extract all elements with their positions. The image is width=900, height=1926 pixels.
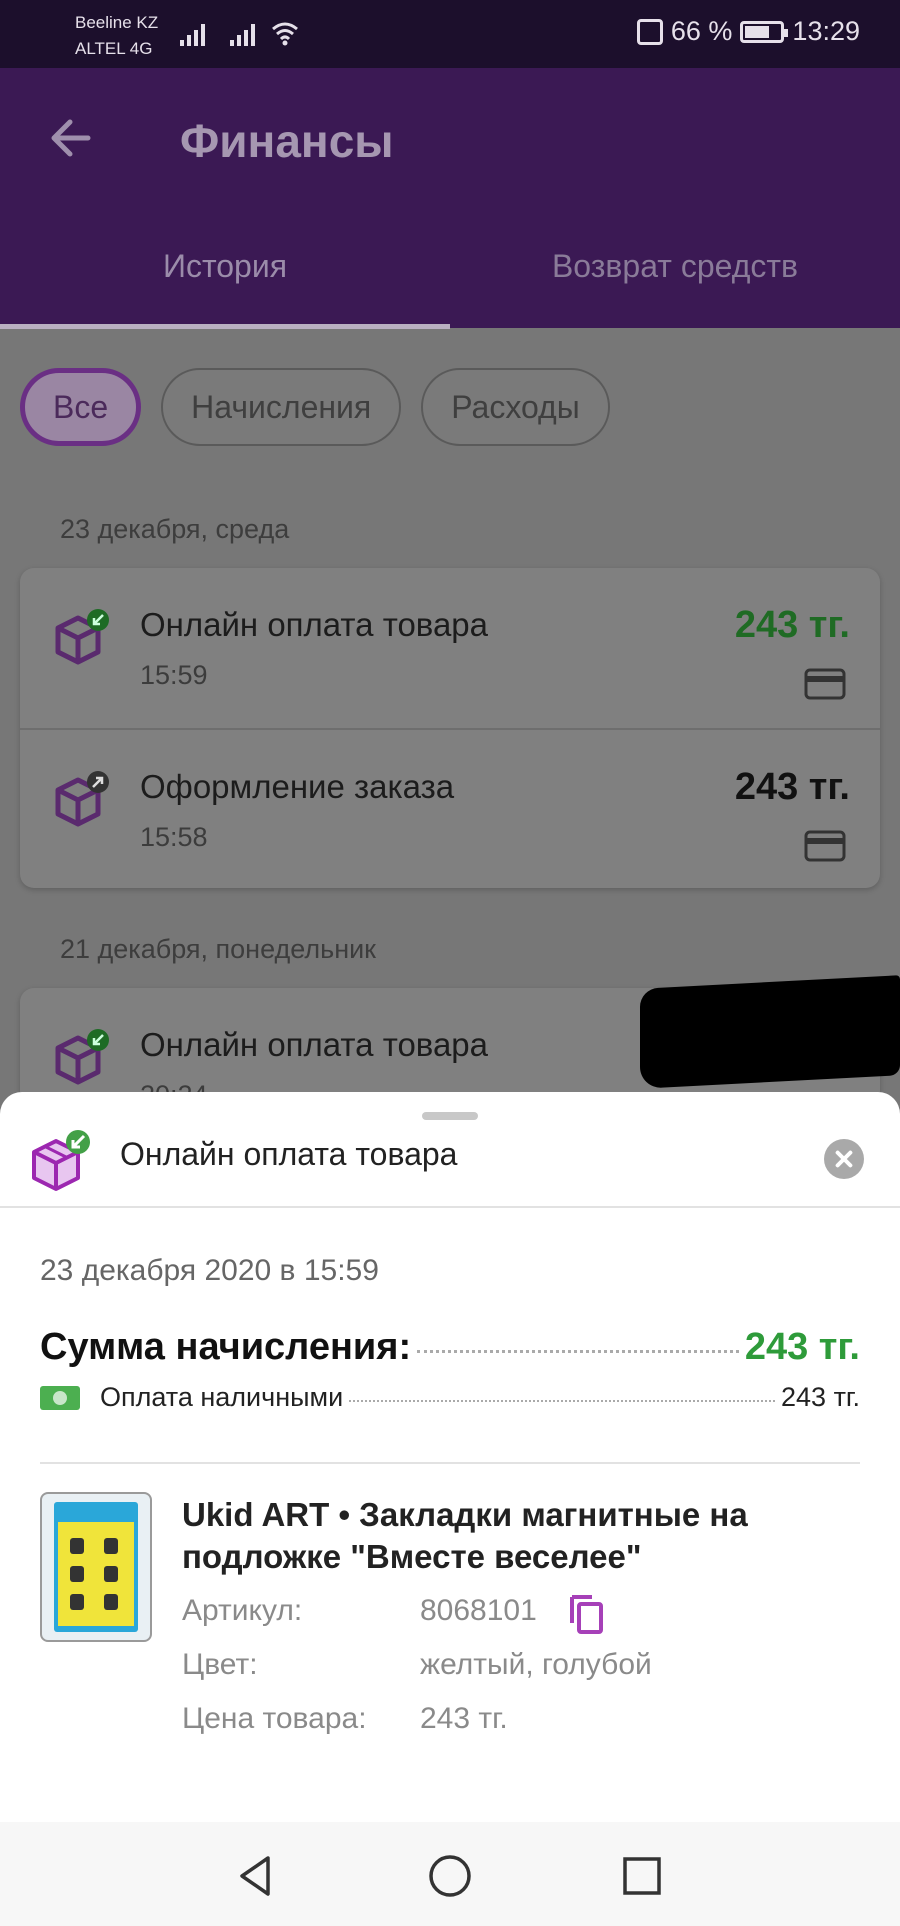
package-outgoing-icon xyxy=(55,771,109,827)
tab-refund[interactable]: Возврат средств xyxy=(450,248,900,285)
signal-icon xyxy=(230,22,255,46)
filter-all[interactable]: Все xyxy=(20,368,142,446)
payment-row: Оплата наличными 243 тг. xyxy=(40,1382,860,1413)
cash-icon xyxy=(40,1385,80,1410)
status-bar: Beeline KZ ALTEL 4G 66 % 13:29 xyxy=(0,0,900,68)
redaction-mark xyxy=(640,975,900,1089)
app-header: Финансы История Возврат средств xyxy=(0,68,900,329)
transaction-title: Оформление заказа xyxy=(140,768,455,805)
transaction-title: Онлайн оплата товара xyxy=(140,606,489,643)
credit-card-icon xyxy=(804,830,846,862)
drag-handle[interactable] xyxy=(422,1112,478,1120)
carrier-2: ALTEL 4G xyxy=(75,39,153,58)
home-circle-icon[interactable] xyxy=(426,1852,474,1900)
sum-label: Сумма начисления: xyxy=(40,1326,412,1368)
clock: 13:29 xyxy=(792,16,860,46)
price-label: Цена товара: xyxy=(182,1702,367,1735)
sum-value: 243 тг. xyxy=(744,1326,860,1368)
package-incoming-icon xyxy=(32,1130,90,1191)
color-label: Цвет: xyxy=(182,1648,258,1681)
product-name[interactable]: Ukid ART • Закладки магнитные на подложк… xyxy=(182,1494,862,1578)
battery-icon xyxy=(740,20,789,43)
arrow-left-icon xyxy=(51,119,91,157)
article-label: Артикул: xyxy=(182,1594,303,1627)
transaction-amount: 243 тг. xyxy=(734,766,850,808)
battery-percent: 66 % xyxy=(670,16,733,46)
article-value: 8068101 xyxy=(420,1594,537,1627)
close-button[interactable] xyxy=(824,1139,864,1179)
signal-icon xyxy=(180,22,205,46)
copy-icon[interactable] xyxy=(566,1593,606,1635)
product-image[interactable] xyxy=(40,1492,152,1642)
carrier-1: Beeline KZ xyxy=(75,13,159,32)
status-right: 66 % 13:29 xyxy=(636,16,860,47)
package-incoming-icon xyxy=(55,1029,109,1085)
transaction-time: 15:58 xyxy=(140,822,208,852)
price-value: 243 тг. xyxy=(420,1702,508,1735)
date-header: 23 декабря, среда xyxy=(60,514,290,544)
transaction-details-sheet: Онлайн оплата товара 23 декабря 2020 в 1… xyxy=(0,1092,900,1822)
color-value: желтый, голубой xyxy=(420,1648,652,1681)
divider xyxy=(0,1206,900,1208)
tab-indicator xyxy=(0,324,450,329)
wifi-icon xyxy=(272,22,298,46)
sum-row: Сумма начисления: 243 тг. xyxy=(40,1326,860,1369)
transaction-amount: 243 тг. xyxy=(734,604,850,646)
package-incoming-icon xyxy=(55,609,109,665)
sheet-title: Онлайн оплата товара xyxy=(120,1136,458,1172)
transaction-card: Онлайн оплата товара 15:59 243 тг. Оформ… xyxy=(20,568,880,888)
carrier-info: Beeline KZ ALTEL 4G xyxy=(75,10,158,62)
filter-income[interactable]: Начисления xyxy=(161,368,402,446)
divider xyxy=(40,1462,860,1464)
system-nav-bar xyxy=(0,1822,900,1926)
payment-label: Оплата наличными xyxy=(100,1382,344,1412)
transaction-time: 15:59 xyxy=(140,660,208,690)
dotted-leader xyxy=(417,1350,739,1353)
back-triangle-icon[interactable] xyxy=(232,1852,280,1900)
credit-card-icon xyxy=(804,668,846,700)
date-header: 21 декабря, понедельник xyxy=(60,934,376,964)
vibrate-icon xyxy=(636,18,663,45)
dotted-leader xyxy=(349,1400,776,1402)
filter-expenses[interactable]: Расходы xyxy=(421,368,610,446)
recents-square-icon[interactable] xyxy=(618,1852,666,1900)
payment-value: 243 тг. xyxy=(781,1382,860,1412)
transaction-row[interactable]: Онлайн оплата товара 15:59 243 тг. xyxy=(20,568,880,728)
filter-chips: Все Начисления Расходы xyxy=(20,368,610,446)
page-title: Финансы xyxy=(180,115,394,167)
transaction-row[interactable]: Оформление заказа 15:58 243 тг. xyxy=(20,728,880,888)
transaction-date: 23 декабря 2020 в 15:59 xyxy=(40,1254,379,1287)
transaction-title: Онлайн оплата товара xyxy=(140,1026,489,1063)
tab-history[interactable]: История xyxy=(0,248,450,285)
back-button[interactable] xyxy=(40,108,100,168)
